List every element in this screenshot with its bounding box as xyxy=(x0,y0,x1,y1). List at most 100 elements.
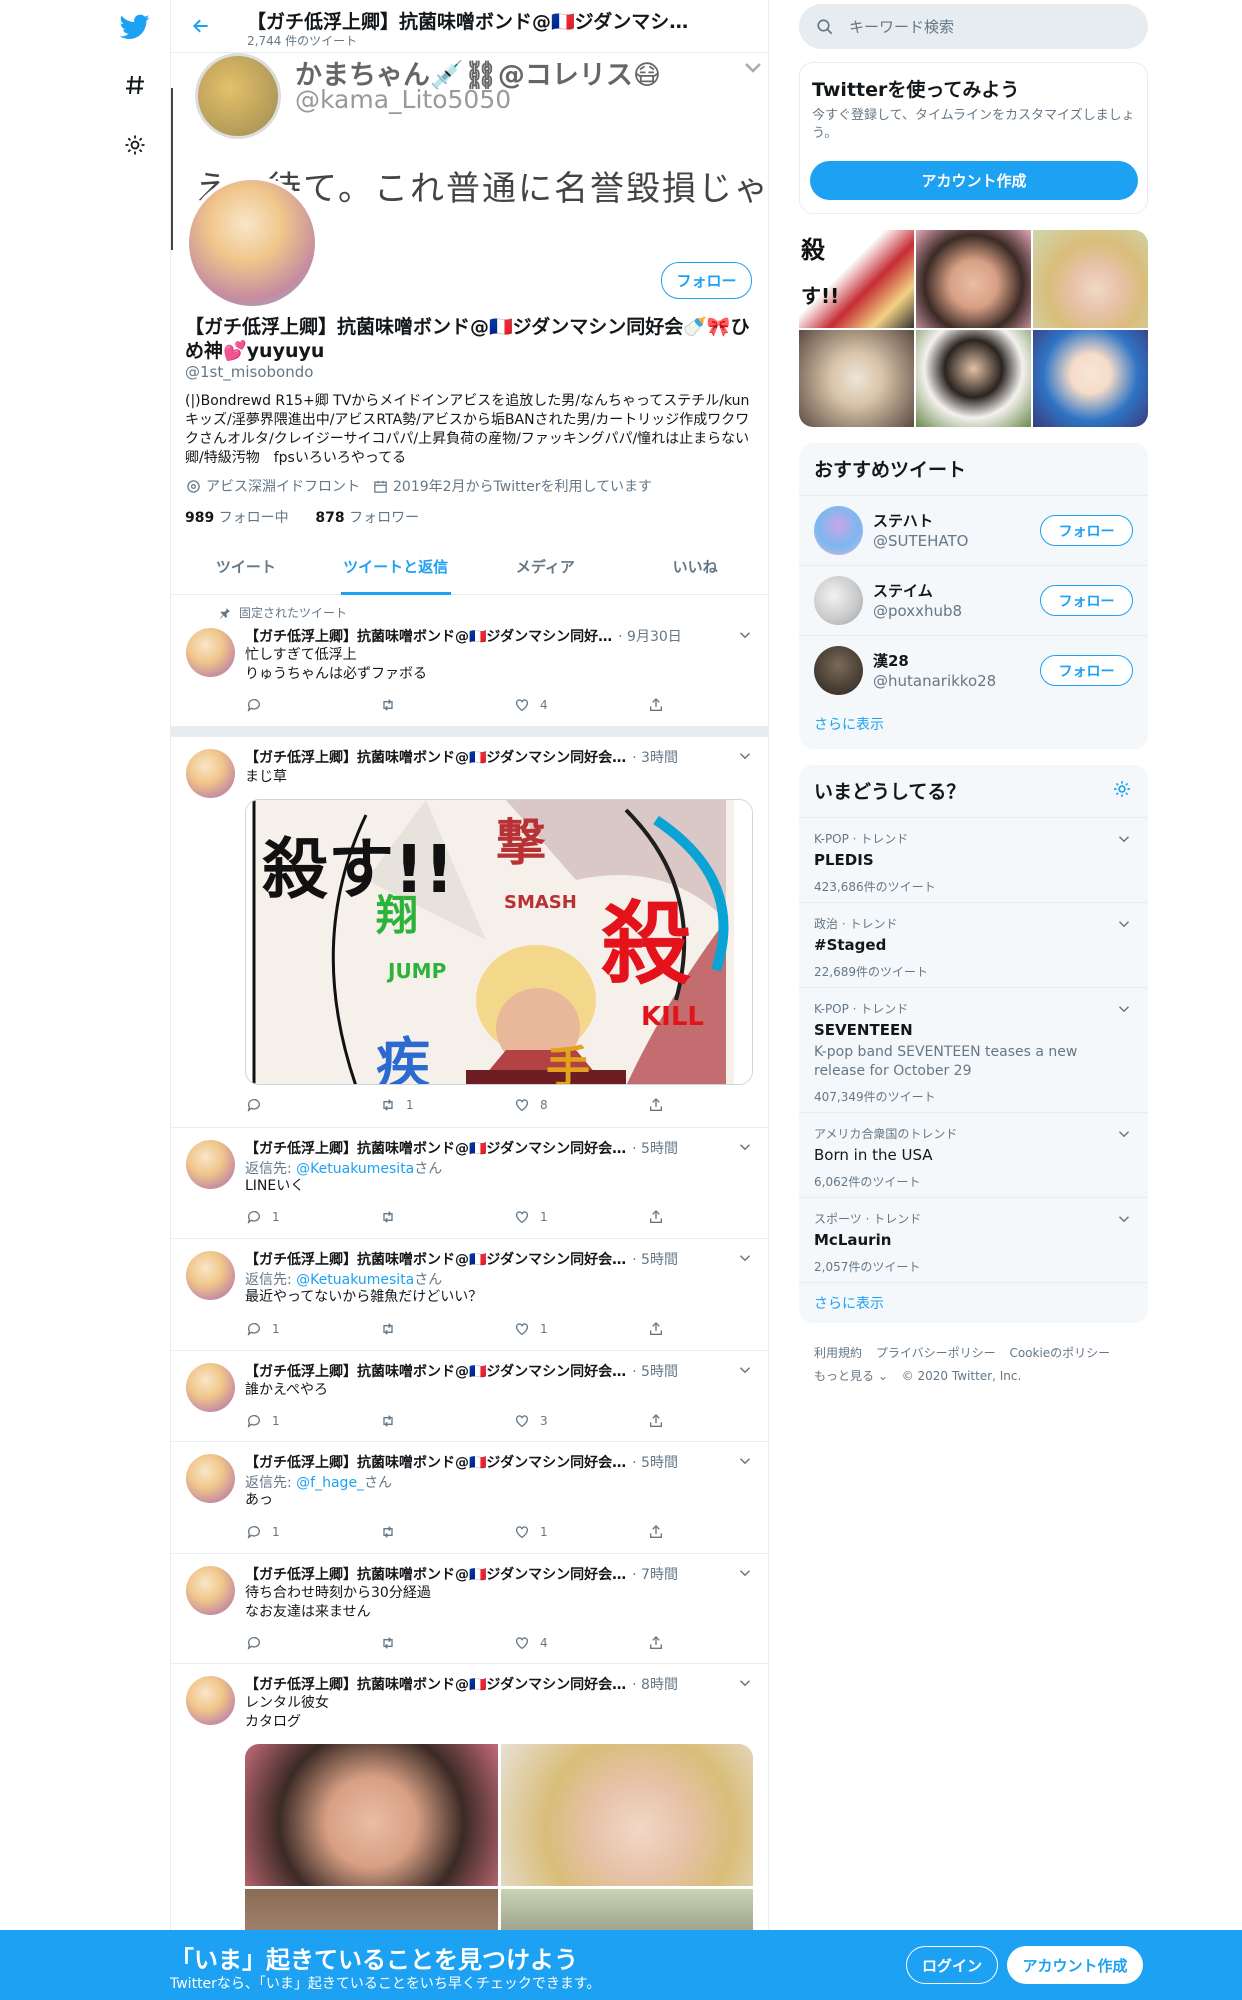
reply-to-link[interactable]: @Ketuakumesita xyxy=(296,1272,414,1288)
gallery-photo-girl-blonde[interactable] xyxy=(1033,230,1148,328)
trend-item[interactable]: アメリカ合衆国のトレンド Born in the USA 6,062件のツイート xyxy=(799,1112,1148,1197)
like-button[interactable]: 1 xyxy=(513,1320,548,1338)
avatar[interactable] xyxy=(186,1251,235,1300)
tab-tweets-and-replies[interactable]: ツイートと返信 xyxy=(321,540,471,595)
search-box[interactable]: キーワード検索 xyxy=(799,4,1148,49)
more-link[interactable]: もっと見る ⌄ xyxy=(814,1369,888,1383)
chevron-down-icon[interactable] xyxy=(1115,1210,1133,1228)
tweet-time[interactable]: · 9月30日 xyxy=(618,626,682,646)
share-button[interactable] xyxy=(647,1412,674,1430)
avatar[interactable] xyxy=(186,1454,235,1503)
retweet-button[interactable] xyxy=(379,1320,406,1338)
trend-item[interactable]: スポーツ · トレンド McLaurin 2,057件のツイート xyxy=(799,1197,1148,1282)
create-account-button[interactable]: アカウント作成 xyxy=(810,161,1138,200)
like-button[interactable]: 1 xyxy=(513,1208,548,1226)
avatar[interactable] xyxy=(186,749,235,798)
tweet[interactable]: 【ガチ低浮上卿】抗菌味噌ボンド@🇫🇷ジダンマシン同好会… · 5時間 返信先: … xyxy=(171,1128,768,1239)
tab-tweets[interactable]: ツイート xyxy=(171,540,321,594)
tweet[interactable]: 【ガチ低浮上卿】抗菌味噌ボンド@🇫🇷ジダンマシン同好会… · 5時間 返信先: … xyxy=(171,1239,768,1351)
tweet-time[interactable]: · 5時間 xyxy=(632,1452,678,1472)
trends-show-more-link[interactable]: さらに表示 xyxy=(814,1293,884,1313)
following-link[interactable]: 989 フォロー中 xyxy=(185,510,289,526)
follow-button[interactable]: フォロー xyxy=(1040,655,1133,686)
avatar[interactable] xyxy=(186,1566,235,1615)
reply-button[interactable] xyxy=(245,696,272,714)
gallery-photo-doll[interactable] xyxy=(799,329,914,427)
trend-item[interactable]: K-POP · トレンド PLEDIS 423,686件のツイート xyxy=(799,817,1148,902)
chevron-down-icon[interactable] xyxy=(736,626,754,644)
retweet-button[interactable]: 1 xyxy=(379,1096,414,1114)
like-button[interactable]: 8 xyxy=(513,1096,548,1114)
share-button[interactable] xyxy=(647,1320,674,1338)
tweet-author-name[interactable]: 【ガチ低浮上卿】抗菌味噌ボンド@🇫🇷ジダンマシン同好会… xyxy=(245,1361,626,1381)
gallery-photo-manga[interactable]: 殺 す!! xyxy=(799,230,914,328)
twitter-logo-icon[interactable] xyxy=(110,2,160,52)
share-button[interactable] xyxy=(647,1523,674,1541)
tweet[interactable]: 【ガチ低浮上卿】抗菌味噌ボンド@🇫🇷ジダンマシン同好会… · 7時間 待ち合わせ… xyxy=(171,1554,768,1664)
tweet-time[interactable]: · 8時間 xyxy=(632,1674,678,1694)
suggestion-name[interactable]: 漢28 xyxy=(873,650,909,671)
trends-settings-gear-icon[interactable] xyxy=(1112,779,1132,799)
search-input[interactable]: キーワード検索 xyxy=(849,16,954,37)
back-arrow-icon[interactable] xyxy=(185,10,217,42)
privacy-link[interactable]: プライバシーポリシー xyxy=(876,1346,996,1360)
tweet-author-name[interactable]: 【ガチ低浮上卿】抗菌味噌ボンド@🇫🇷ジダンマシン同好会… xyxy=(245,1452,626,1472)
chevron-down-icon[interactable] xyxy=(736,1564,754,1582)
like-button[interactable]: 4 xyxy=(513,696,548,714)
follow-button[interactable]: フォロー xyxy=(661,262,752,299)
avatar[interactable] xyxy=(814,506,863,555)
tweet-time[interactable]: · 3時間 xyxy=(632,747,678,767)
reply-button[interactable] xyxy=(245,1634,272,1652)
chevron-down-icon[interactable] xyxy=(1115,915,1133,933)
avatar[interactable] xyxy=(186,628,235,677)
follow-button[interactable]: フォロー xyxy=(1040,585,1133,616)
gallery-photo-girl-dark-hair[interactable] xyxy=(916,230,1031,328)
retweet-button[interactable] xyxy=(379,1208,406,1226)
tab-media[interactable]: メディア xyxy=(471,540,621,594)
avatar[interactable] xyxy=(186,1363,235,1412)
trend-item[interactable]: K-POP · トレンド SEVENTEEN K-pop band SEVENT… xyxy=(799,987,1148,1112)
photo-girl-dark-hair[interactable] xyxy=(245,1744,498,1886)
share-button[interactable] xyxy=(647,1634,674,1652)
pinned-tweet[interactable]: 固定されたツイート 【ガチ低浮上卿】抗菌味噌ボンド@🇫🇷ジダンマシン同好… · … xyxy=(171,596,768,727)
tweet-author-name[interactable]: 【ガチ低浮上卿】抗菌味噌ボンド@🇫🇷ジダンマシン同好会… xyxy=(245,1249,626,1269)
suggestion-name[interactable]: ステイム xyxy=(873,580,933,601)
settings-gear-icon[interactable] xyxy=(110,120,160,170)
retweet-button[interactable] xyxy=(379,696,406,714)
share-button[interactable] xyxy=(647,1096,674,1114)
retweet-button[interactable] xyxy=(379,1523,406,1541)
chevron-down-icon[interactable] xyxy=(736,1361,754,1379)
signup-button[interactable]: アカウント作成 xyxy=(1007,1946,1143,1984)
chevron-down-icon[interactable] xyxy=(736,1138,754,1156)
tab-likes[interactable]: いいね xyxy=(620,540,768,594)
suggestion-name[interactable]: ステハト xyxy=(873,510,933,531)
avatar[interactable] xyxy=(186,1140,235,1189)
reply-to-link[interactable]: @f_hage_ xyxy=(296,1475,364,1491)
chevron-down-icon[interactable] xyxy=(1115,1000,1133,1018)
like-button[interactable]: 3 xyxy=(513,1412,548,1430)
like-button[interactable]: 4 xyxy=(513,1634,548,1652)
share-button[interactable] xyxy=(647,1208,674,1226)
suggestion-item[interactable]: ステイム @poxxhub8 フォロー xyxy=(799,565,1148,635)
tweet-time[interactable]: · 5時間 xyxy=(632,1361,678,1381)
gallery-photo-cartoon[interactable] xyxy=(1033,329,1148,427)
explore-hashtag-icon[interactable] xyxy=(110,60,160,110)
follow-button[interactable]: フォロー xyxy=(1040,515,1133,546)
tweet-author-name[interactable]: 【ガチ低浮上卿】抗菌味噌ボンド@🇫🇷ジダンマシン同好会… xyxy=(245,1674,626,1694)
cookie-link[interactable]: Cookieのポリシー xyxy=(1009,1346,1110,1360)
followers-link[interactable]: 878 フォロワー xyxy=(315,510,419,526)
retweet-button[interactable] xyxy=(379,1634,406,1652)
chevron-down-icon[interactable] xyxy=(736,1452,754,1470)
reply-button[interactable] xyxy=(245,1096,272,1114)
chevron-down-icon[interactable] xyxy=(736,747,754,765)
tweet-author-name[interactable]: 【ガチ低浮上卿】抗菌味噌ボンド@🇫🇷ジダンマシン同好会… xyxy=(245,1138,626,1158)
chevron-down-icon[interactable] xyxy=(1115,830,1133,848)
retweet-button[interactable] xyxy=(379,1412,406,1430)
tweet-time[interactable]: · 5時間 xyxy=(632,1249,678,1269)
avatar[interactable] xyxy=(814,646,863,695)
gallery-photo-girl-white[interactable] xyxy=(916,329,1031,427)
tweet-time[interactable]: · 5時間 xyxy=(632,1138,678,1158)
terms-link[interactable]: 利用規約 xyxy=(814,1346,862,1360)
tweet[interactable]: 【ガチ低浮上卿】抗菌味噌ボンド@🇫🇷ジダンマシン同好会… · 3時間 まじ草 殺… xyxy=(171,737,768,1128)
tweet-image-manga[interactable]: 殺す!! 翔 JUMP 撃 SMASH 殺 KILL 疾 手 xyxy=(245,799,753,1085)
